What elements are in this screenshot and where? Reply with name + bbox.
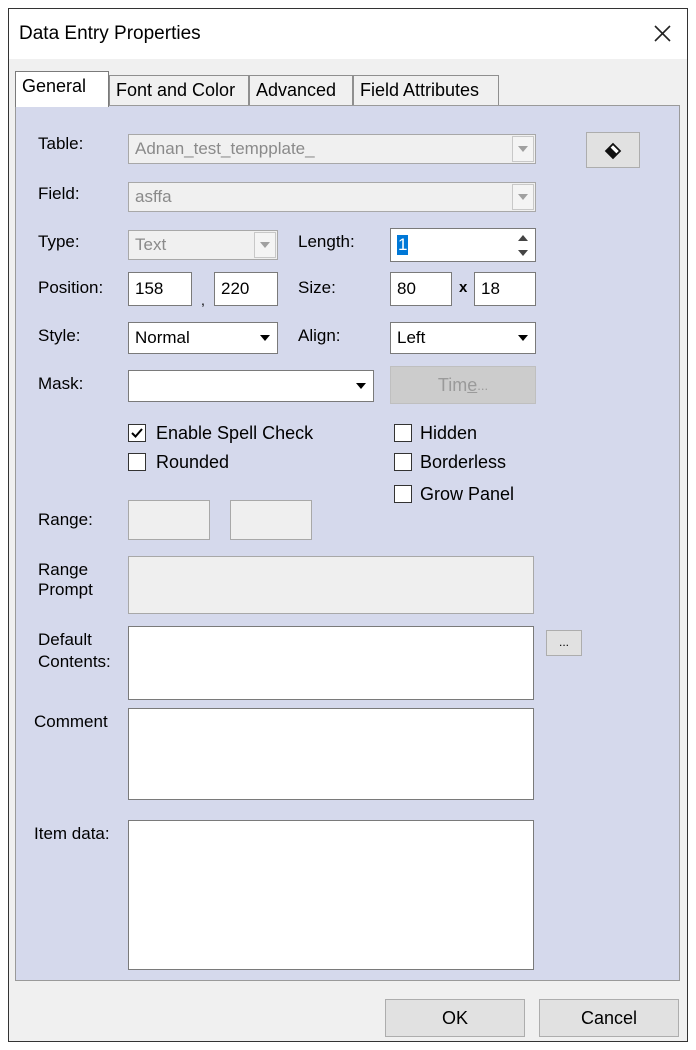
table-picker-button[interactable] [586,132,640,168]
size-label: Size: [298,278,336,297]
style-value: Normal [135,328,190,347]
length-label: Length: [298,232,355,251]
default-contents-label-line2: Contents: [38,652,111,671]
enable-spell-check-label: Enable Spell Check [156,423,314,443]
browse-button-label: ... [558,635,569,649]
spinner-down-icon[interactable] [512,245,534,260]
position-x-value: 158 [135,279,164,298]
field-value: asffa [135,187,172,206]
ok-button[interactable]: OK [385,999,525,1037]
title-bar: Data Entry Properties [9,9,687,59]
range-prompt-input[interactable] [128,556,534,614]
data-entry-properties-dialog: Data Entry Properties General Font and C… [8,8,688,1042]
size-separator: x [459,279,468,296]
chevron-down-icon [350,372,372,400]
align-select[interactable]: Left [390,322,536,354]
position-y-value: 220 [221,279,250,298]
enable-spell-check-checkbox[interactable] [128,424,146,442]
chevron-down-icon [254,232,276,258]
close-button[interactable] [645,17,679,51]
mask-label: Mask: [38,374,84,393]
range-prompt-label-line1: Range [38,560,89,579]
range-prompt-label-line2: Prompt [38,580,93,599]
style-label: Style: [38,326,81,345]
range-min-input[interactable] [128,500,210,540]
spinner-arrows[interactable] [512,230,534,260]
close-icon [654,25,671,42]
position-label: Position: [38,278,104,297]
general-panel: Table: Adnan_test_tempplate_ Field: asff… [15,105,680,981]
table-label: Table: [38,134,84,153]
align-value: Left [397,328,426,347]
comment-label: Comment [34,712,108,731]
range-label: Range: [38,510,93,529]
hidden-checkbox[interactable] [394,424,412,442]
cancel-button-label: Cancel [580,1007,638,1028]
ok-button-label: OK [441,1007,468,1028]
type-select[interactable]: Text [128,230,278,260]
align-label: Align: [298,326,341,345]
chevron-down-icon [254,324,276,352]
style-select[interactable]: Normal [128,322,278,354]
tab-advanced-label: Advanced [256,80,337,100]
field-label: Field: [38,184,80,203]
position-y-input[interactable]: 220 [214,272,278,306]
tab-font-and-color-label: Font and Color [116,80,236,100]
spinner-up-icon[interactable] [512,230,534,245]
time-button[interactable]: Tim e ... [390,366,536,404]
hidden-label: Hidden [420,423,478,443]
cancel-button[interactable]: Cancel [539,999,679,1037]
length-spinner[interactable]: 1 [390,228,536,262]
type-label: Type: [38,232,80,251]
eraser-icon [604,142,622,160]
borderless-checkbox[interactable] [394,453,412,471]
time-button-mnemonic: e [467,374,478,395]
comment-input[interactable] [128,708,534,800]
chevron-down-icon [512,184,534,210]
range-max-input[interactable] [230,500,312,540]
window-title: Data Entry Properties [19,23,201,44]
size-height-input[interactable]: 18 [474,272,536,306]
borderless-label: Borderless [420,452,507,472]
position-x-input[interactable]: 158 [128,272,192,306]
length-value: 1 [397,235,409,255]
tab-general-label: General [22,76,87,96]
item-data-label: Item data: [34,824,110,843]
table-select[interactable]: Adnan_test_tempplate_ [128,134,536,164]
tab-general[interactable]: General [15,71,109,107]
rounded-label: Rounded [156,452,230,472]
tab-field-attributes-label: Field Attributes [360,80,480,100]
rounded-checkbox[interactable] [128,453,146,471]
table-value: Adnan_test_tempplate_ [135,139,315,158]
time-button-label-pre: Tim [437,374,468,395]
field-select[interactable]: asffa [128,182,536,212]
default-contents-label-line1: Default [38,630,92,649]
checkmark-icon [131,428,143,438]
size-width-input[interactable]: 80 [390,272,452,306]
tab-advanced[interactable]: Advanced [249,75,353,107]
size-height-value: 18 [481,279,500,298]
time-button-label-post: ... [477,377,489,393]
size-width-value: 80 [397,279,416,298]
type-value: Text [135,235,167,254]
chevron-down-icon [512,324,534,352]
item-data-input[interactable] [128,820,534,970]
mask-select[interactable] [128,370,374,402]
grow-panel-checkbox[interactable] [394,485,412,503]
default-contents-browse-button[interactable]: ... [546,630,582,656]
tab-font-and-color[interactable]: Font and Color [109,75,249,107]
position-separator: , [201,292,205,308]
grow-panel-label: Grow Panel [420,484,515,504]
default-contents-input[interactable] [128,626,534,700]
tab-field-attributes[interactable]: Field Attributes [353,75,499,107]
chevron-down-icon [512,136,534,162]
